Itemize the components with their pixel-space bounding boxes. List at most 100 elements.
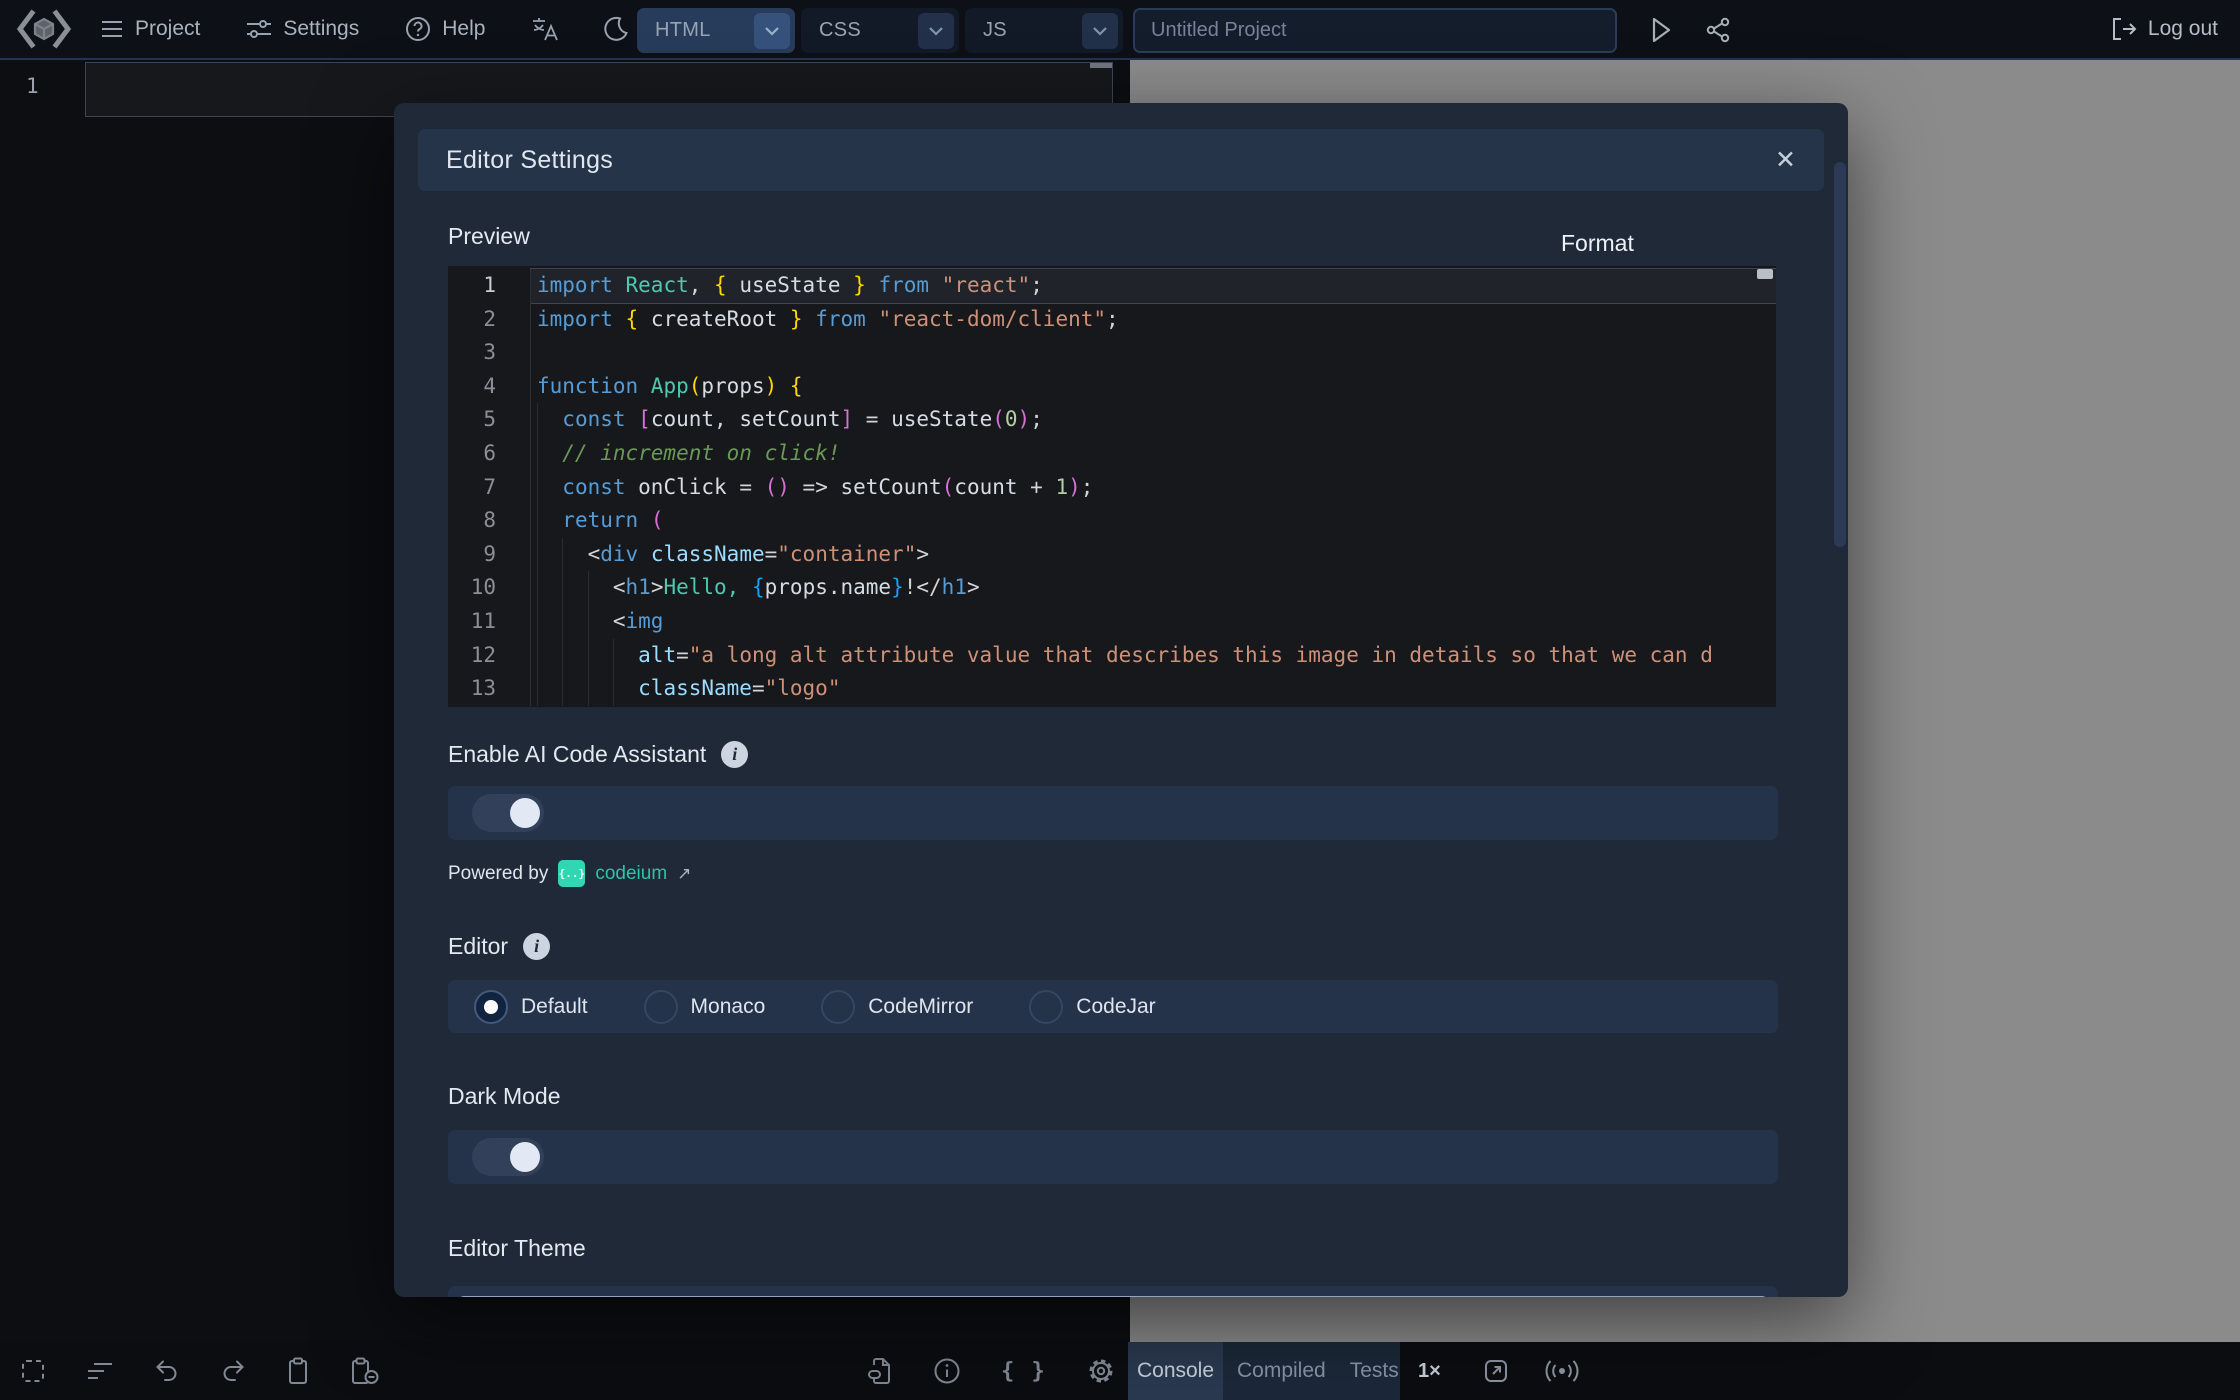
- radio-selected-icon: [474, 990, 508, 1024]
- html-options-button[interactable]: [754, 13, 790, 49]
- info-icon[interactable]: i: [523, 933, 550, 960]
- codeium-link[interactable]: codeium: [595, 863, 667, 885]
- menu-help[interactable]: Help: [405, 16, 485, 42]
- file-link-icon: [867, 1357, 893, 1385]
- run-icon: [1648, 16, 1674, 44]
- tab-tests[interactable]: Tests: [1350, 1359, 1399, 1383]
- editor-line-number: 1: [26, 74, 39, 98]
- dark-mode-toggle-panel: [448, 1130, 1778, 1184]
- editor-theme-select[interactable]: [458, 1296, 1768, 1297]
- line-number: 9: [448, 538, 530, 572]
- modal-title: Editor Settings: [446, 146, 613, 175]
- info-button[interactable]: [933, 1357, 961, 1385]
- radio-codejar-label: CodeJar: [1076, 995, 1155, 1019]
- top-bar: Project Settings: [0, 0, 2240, 60]
- tab-html-label: HTML: [655, 19, 711, 42]
- tab-compiled[interactable]: Compiled: [1237, 1359, 1326, 1383]
- code-line[interactable]: 11 <img: [448, 605, 1776, 639]
- output-tabs: Console Compiled Tests: [1128, 1342, 1400, 1400]
- menu-icon: [100, 19, 124, 39]
- powered-by-label: Powered by: [448, 863, 548, 885]
- tab-js-label: JS: [983, 19, 1007, 42]
- braces-button[interactable]: { }: [1001, 1359, 1047, 1384]
- code-line[interactable]: 10 <h1>Hello, {props.name}!</h1>: [448, 571, 1776, 605]
- line-number: 3: [448, 336, 530, 370]
- dark-mode-toggle[interactable]: [472, 1138, 544, 1176]
- code-line[interactable]: 13 className="logo": [448, 672, 1776, 706]
- run-button[interactable]: [1648, 16, 1674, 44]
- code-preview[interactable]: 1import React, { useState } from "react"…: [448, 266, 1776, 707]
- radio-monaco-label: Monaco: [691, 995, 766, 1019]
- logo-cube-brackets-icon: [16, 7, 72, 51]
- format-lines-button[interactable]: [86, 1360, 114, 1382]
- clipboard-icon: [286, 1357, 310, 1385]
- format-button[interactable]: Format: [1561, 230, 1634, 257]
- css-options-button[interactable]: [918, 13, 954, 49]
- code-scrollbar-thumb[interactable]: [1757, 269, 1773, 279]
- js-options-button[interactable]: [1082, 13, 1118, 49]
- code-line[interactable]: 9 <div className="container">: [448, 538, 1776, 572]
- line-number: 11: [448, 605, 530, 639]
- close-icon[interactable]: ✕: [1775, 148, 1796, 173]
- dark-mode-toggle-button[interactable]: [603, 16, 629, 42]
- code-line[interactable]: 8 return (: [448, 504, 1776, 538]
- tab-console[interactable]: Console: [1128, 1342, 1223, 1400]
- code-line[interactable]: 6 // increment on click!: [448, 437, 1776, 471]
- line-number: 1: [448, 269, 530, 303]
- project-name-input[interactable]: [1133, 8, 1617, 53]
- line-number: 10: [448, 571, 530, 605]
- radio-option-codejar[interactable]: CodeJar: [1029, 990, 1155, 1024]
- redo-button[interactable]: [220, 1358, 246, 1384]
- menu-project[interactable]: Project: [100, 17, 200, 41]
- code-line[interactable]: 5 const [count, setCount] = useState(0);: [448, 403, 1776, 437]
- translate-button[interactable]: [531, 16, 559, 42]
- zoom-level-button[interactable]: 1×: [1418, 1342, 1441, 1400]
- bottom-bar: { } Console Compiled Tests 1×: [0, 1342, 2240, 1400]
- live-reload-button[interactable]: [1544, 1357, 1580, 1385]
- file-link-button[interactable]: [867, 1357, 893, 1385]
- tab-css[interactable]: CSS: [801, 8, 959, 53]
- code-line[interactable]: 4function App(props) {: [448, 370, 1776, 404]
- radio-option-codemirror[interactable]: CodeMirror: [821, 990, 973, 1024]
- code-line[interactable]: 12 alt="a long alt attribute value that …: [448, 639, 1776, 673]
- open-preview-button[interactable]: [1482, 1357, 1510, 1385]
- line-number: 7: [448, 471, 530, 505]
- toggle-knob: [510, 798, 540, 828]
- paste-button[interactable]: [286, 1357, 310, 1385]
- line-number: 6: [448, 437, 530, 471]
- app-screen: 1 Project: [0, 0, 2240, 1400]
- editor-scrollbar-thumb[interactable]: [1090, 63, 1112, 68]
- menu-project-label: Project: [135, 17, 200, 41]
- radio-unselected-icon: [644, 990, 678, 1024]
- code-line[interactable]: 1import React, { useState } from "react"…: [448, 269, 1776, 303]
- info-icon[interactable]: i: [721, 741, 748, 768]
- logout-button[interactable]: Log out: [2111, 0, 2218, 58]
- broadcast-icon: [1544, 1357, 1580, 1385]
- editor-choice-panel: Default Monaco CodeMirror CodeJar: [448, 980, 1778, 1033]
- code-line[interactable]: 2import { createRoot } from "react-dom/c…: [448, 303, 1776, 337]
- braces-icon: { }: [1001, 1359, 1047, 1384]
- codeium-icon: {..}: [558, 860, 585, 887]
- code-line[interactable]: 3: [448, 336, 1776, 370]
- undo-button[interactable]: [154, 1358, 180, 1384]
- share-button[interactable]: [1704, 16, 1732, 44]
- modal-scrollbar-thumb[interactable]: [1834, 162, 1846, 547]
- editor-settings-button[interactable]: [1087, 1357, 1115, 1385]
- app-logo[interactable]: [16, 7, 72, 51]
- clear-button[interactable]: [350, 1357, 380, 1385]
- logout-label: Log out: [2148, 17, 2218, 41]
- radio-option-default[interactable]: Default: [474, 990, 588, 1024]
- clipboard-clear-icon: [350, 1357, 380, 1385]
- select-all-button[interactable]: [20, 1358, 46, 1384]
- modal-header: Editor Settings ✕: [418, 129, 1824, 191]
- line-number: 2: [448, 303, 530, 337]
- tab-html[interactable]: HTML: [637, 8, 795, 53]
- tab-js[interactable]: JS: [965, 8, 1123, 53]
- menu-settings[interactable]: Settings: [246, 17, 359, 41]
- radio-option-monaco[interactable]: Monaco: [644, 990, 766, 1024]
- chevron-down-icon: [764, 26, 780, 36]
- line-number: 5: [448, 403, 530, 437]
- code-line[interactable]: 7 const onClick = () => setCount(count +…: [448, 471, 1776, 505]
- moon-icon: [603, 16, 629, 42]
- ai-assistant-toggle[interactable]: [472, 794, 544, 832]
